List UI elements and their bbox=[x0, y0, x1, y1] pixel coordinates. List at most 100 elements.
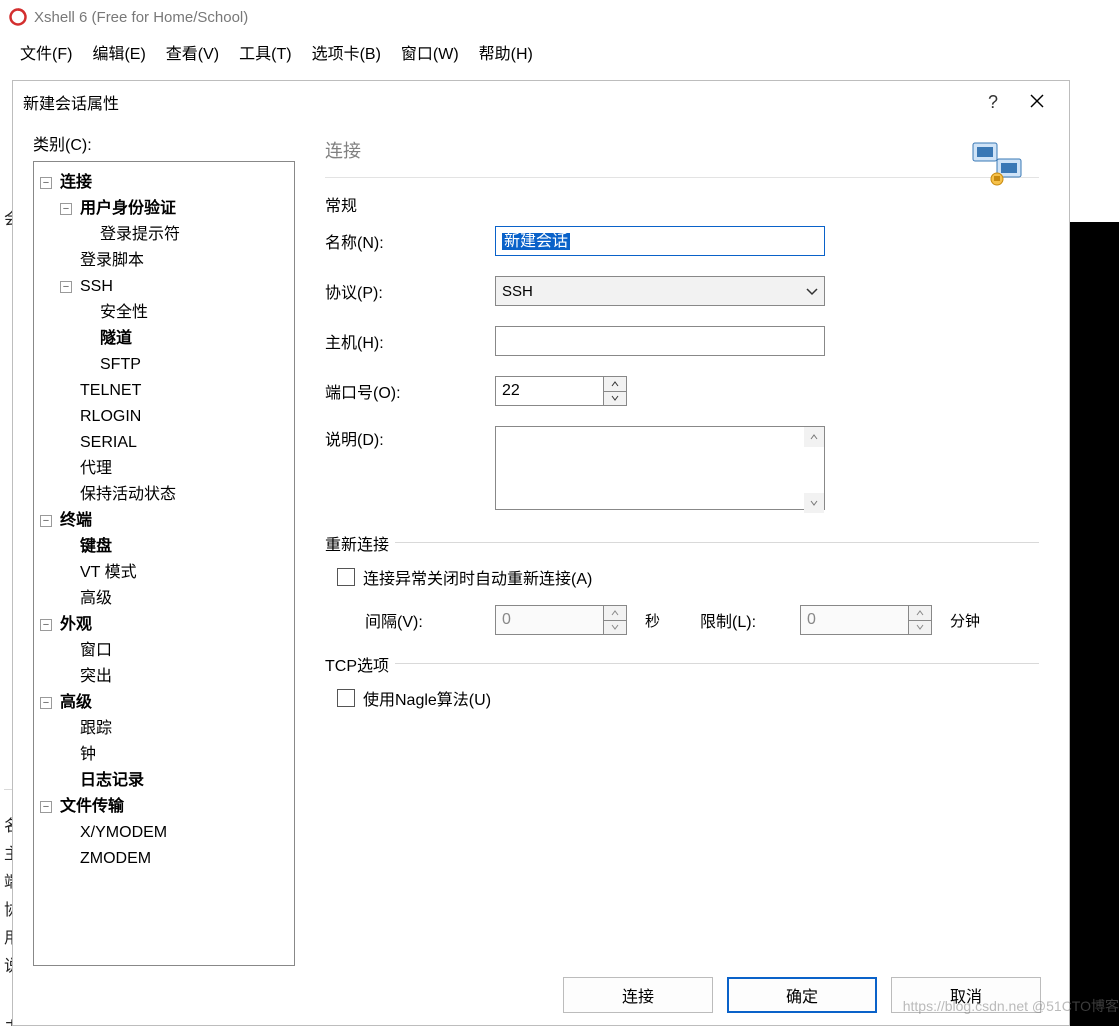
tree-item-label: 文件传输 bbox=[60, 794, 124, 820]
port-up-button[interactable] bbox=[603, 376, 627, 392]
tree-item-25[interactable]: X/YMODEM bbox=[60, 820, 290, 846]
menu-file[interactable]: 文件(F) bbox=[14, 36, 78, 68]
protocol-label: 协议(P): bbox=[325, 279, 495, 303]
port-down-button[interactable] bbox=[603, 392, 627, 407]
dialog-help-button[interactable]: ? bbox=[971, 92, 1015, 113]
tree-item-10[interactable]: SERIAL bbox=[60, 430, 290, 456]
collapse-icon[interactable]: − bbox=[40, 619, 52, 631]
dialog-close-button[interactable] bbox=[1015, 92, 1059, 113]
tree-item-8[interactable]: TELNET bbox=[60, 378, 290, 404]
close-icon bbox=[1030, 94, 1044, 108]
name-label: 名称(N): bbox=[325, 229, 495, 253]
tree-item-11[interactable]: 代理 bbox=[60, 456, 290, 482]
collapse-icon[interactable]: − bbox=[60, 203, 72, 215]
tree-item-label: 隧道 bbox=[100, 326, 132, 352]
tree-item-26[interactable]: ZMODEM bbox=[60, 846, 290, 872]
tree-item-label: 键盘 bbox=[80, 534, 112, 560]
collapse-icon[interactable]: − bbox=[60, 281, 72, 293]
tree-item-14[interactable]: 键盘 bbox=[60, 534, 290, 560]
connect-button[interactable]: 连接 bbox=[563, 977, 713, 1013]
collapse-icon[interactable]: − bbox=[40, 177, 52, 189]
tree-item-23[interactable]: 日志记录 bbox=[60, 768, 290, 794]
tree-item-16[interactable]: 高级 bbox=[60, 586, 290, 612]
tree-item-label: X/YMODEM bbox=[80, 820, 167, 846]
menu-edit[interactable]: 编辑(E) bbox=[86, 36, 151, 68]
tree-item-label: 高级 bbox=[60, 690, 92, 716]
tree-item-21[interactable]: 跟踪 bbox=[60, 716, 290, 742]
tree-item-1[interactable]: −用户身份验证 bbox=[60, 196, 290, 222]
menu-window[interactable]: 窗口(W) bbox=[395, 36, 465, 68]
name-input[interactable]: 新建会话 bbox=[495, 226, 825, 256]
tree-item-20[interactable]: −高级 bbox=[40, 690, 290, 716]
checkbox-icon bbox=[337, 689, 355, 707]
tree-item-13[interactable]: −终端 bbox=[40, 508, 290, 534]
tree-item-0[interactable]: −连接 bbox=[40, 170, 290, 196]
collapse-icon[interactable]: − bbox=[40, 801, 52, 813]
title-bar: Xshell 6 (Free for Home/School) bbox=[0, 0, 1119, 34]
ok-button[interactable]: 确定 bbox=[727, 977, 877, 1013]
app-logo-icon bbox=[8, 7, 28, 27]
dialog-titlebar: 新建会话属性 ? bbox=[13, 81, 1069, 123]
chevron-up-icon bbox=[916, 610, 924, 616]
chevron-up-icon bbox=[611, 610, 619, 616]
auto-reconnect-checkbox[interactable]: 连接异常关闭时自动重新连接(A) bbox=[337, 565, 1039, 589]
interval-input[interactable] bbox=[495, 605, 603, 635]
tree-item-label: RLOGIN bbox=[80, 404, 141, 430]
tree-item-2[interactable]: 登录提示符 bbox=[80, 222, 290, 248]
menu-tabs[interactable]: 选项卡(B) bbox=[306, 36, 387, 68]
limit-label: 限制(L): bbox=[700, 608, 790, 632]
menu-view[interactable]: 查看(V) bbox=[160, 36, 225, 68]
category-tree[interactable]: −连接−用户身份验证登录提示符登录脚本−SSH安全性隧道SFTPTELNETRL… bbox=[33, 161, 295, 966]
limit-up-button[interactable] bbox=[908, 605, 932, 621]
scroll-up-button[interactable] bbox=[804, 427, 824, 447]
chevron-down-icon bbox=[611, 395, 619, 401]
tree-item-label: SERIAL bbox=[80, 430, 137, 456]
limit-down-button[interactable] bbox=[908, 621, 932, 636]
port-label: 端口号(O): bbox=[325, 379, 495, 403]
tree-item-label: 保持活动状态 bbox=[80, 482, 176, 508]
tree-item-5[interactable]: 安全性 bbox=[80, 300, 290, 326]
interval-spinner[interactable] bbox=[495, 605, 627, 635]
tree-item-label: 登录脚本 bbox=[80, 248, 144, 274]
tree-item-18[interactable]: 窗口 bbox=[60, 638, 290, 664]
tree-item-6[interactable]: 隧道 bbox=[80, 326, 290, 352]
tree-item-3[interactable]: 登录脚本 bbox=[60, 248, 290, 274]
tree-item-19[interactable]: 突出 bbox=[60, 664, 290, 690]
limit-input[interactable] bbox=[800, 605, 908, 635]
tree-item-15[interactable]: VT 模式 bbox=[60, 560, 290, 586]
app-title: Xshell 6 (Free for Home/School) bbox=[34, 9, 248, 26]
description-textarea[interactable] bbox=[495, 426, 825, 510]
nagle-checkbox[interactable]: 使用Nagle算法(U) bbox=[337, 686, 1039, 710]
interval-label: 间隔(V): bbox=[365, 608, 485, 632]
interval-up-button[interactable] bbox=[603, 605, 627, 621]
protocol-select[interactable]: SSH bbox=[495, 276, 825, 306]
group-tcp-legend: TCP选项 bbox=[325, 652, 395, 676]
tree-item-label: VT 模式 bbox=[80, 560, 137, 586]
port-spinner[interactable] bbox=[495, 376, 627, 406]
port-input[interactable] bbox=[495, 376, 603, 406]
group-general: 常规 名称(N): 新建会话 协议(P): SSH 主机(H): bbox=[325, 192, 1039, 514]
host-input[interactable] bbox=[495, 326, 825, 356]
tree-item-7[interactable]: SFTP bbox=[80, 352, 290, 378]
tree-item-label: TELNET bbox=[80, 378, 141, 404]
interval-down-button[interactable] bbox=[603, 621, 627, 636]
tree-item-17[interactable]: −外观 bbox=[40, 612, 290, 638]
tree-item-12[interactable]: 保持活动状态 bbox=[60, 482, 290, 508]
dialog-title: 新建会话属性 bbox=[23, 90, 119, 114]
limit-spinner[interactable] bbox=[800, 605, 932, 635]
panel-title: 连接 bbox=[325, 131, 1039, 178]
collapse-icon[interactable]: − bbox=[40, 697, 52, 709]
chevron-down-icon bbox=[916, 624, 924, 630]
tree-item-4[interactable]: −SSH bbox=[60, 274, 290, 300]
menu-help[interactable]: 帮助(H) bbox=[473, 36, 539, 68]
tree-item-label: 窗口 bbox=[80, 638, 112, 664]
checkbox-icon bbox=[337, 568, 355, 586]
tree-item-24[interactable]: −文件传输 bbox=[40, 794, 290, 820]
watermark-text: https://blog.csdn.net @51CTO博客 bbox=[903, 996, 1119, 1016]
scroll-down-button[interactable] bbox=[804, 493, 824, 513]
group-tcp: TCP选项 使用Nagle算法(U) bbox=[325, 663, 1039, 710]
tree-item-9[interactable]: RLOGIN bbox=[60, 404, 290, 430]
tree-item-22[interactable]: 钟 bbox=[60, 742, 290, 768]
menu-tools[interactable]: 工具(T) bbox=[233, 36, 297, 68]
collapse-icon[interactable]: − bbox=[40, 515, 52, 527]
